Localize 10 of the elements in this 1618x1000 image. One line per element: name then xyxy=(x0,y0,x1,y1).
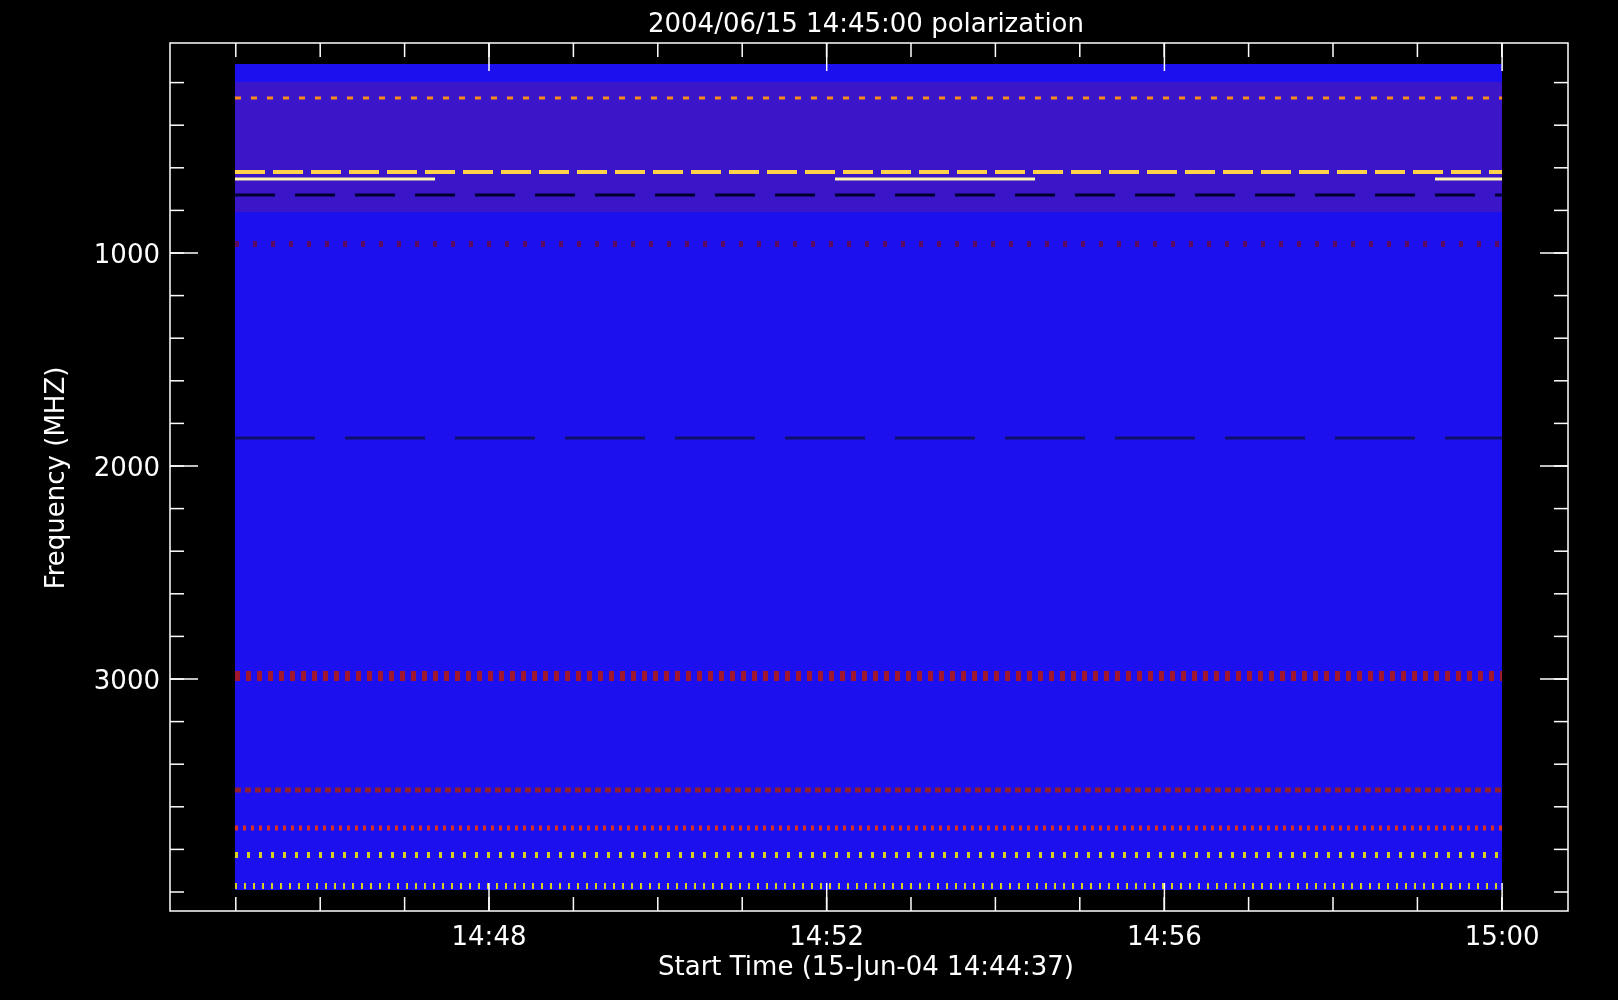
x-tick-label: 15:00 xyxy=(1464,921,1540,951)
x-tick-label: 14:56 xyxy=(1126,921,1202,951)
y-tick-label: 3000 xyxy=(93,665,160,695)
x-tick-label: 14:52 xyxy=(789,921,865,951)
x-axis-label: Start Time (15-Jun-04 14:44:37) xyxy=(658,951,1074,981)
y-tick-label: 1000 xyxy=(93,239,160,269)
y-tick-label: 2000 xyxy=(93,452,160,482)
plot-title: 2004/06/15 14:45:00 polarization xyxy=(648,8,1084,38)
y-axis-label: Frequency (MHZ) xyxy=(40,366,70,590)
x-tick-label: 14:48 xyxy=(451,921,527,951)
